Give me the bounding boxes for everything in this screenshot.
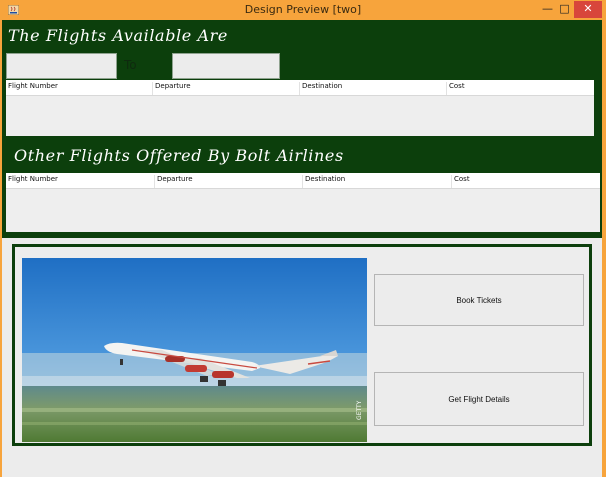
table-header: Flight Number Departure Destination Cost [6,80,594,96]
book-tickets-button[interactable]: Book Tickets [374,274,584,326]
table-header: Flight Number Departure Destination Cost [6,173,600,189]
photo-credit: GETTY [356,400,363,420]
status-strip [2,454,602,477]
column-header-departure[interactable]: Departure [153,82,300,95]
minimize-button[interactable]: — [539,1,556,18]
column-header-flight-number[interactable]: Flight Number [6,175,155,188]
window-title: Design Preview [two] [244,3,362,16]
close-button[interactable]: ✕ [574,1,602,18]
column-header-cost[interactable]: Cost [452,175,600,188]
available-flights-heading: The Flights Available Are [8,26,228,45]
column-header-departure[interactable]: Departure [155,175,303,188]
available-flights-table[interactable]: Flight Number Departure Destination Cost [6,80,594,136]
to-label: To [124,58,137,72]
origin-field[interactable] [6,53,117,79]
maximize-button[interactable]: □ [556,1,573,18]
airplane-photo [22,258,367,442]
get-flight-details-button[interactable]: Get Flight Details [374,372,584,426]
column-header-destination[interactable]: Destination [303,175,452,188]
destination-field[interactable] [172,53,280,79]
column-header-cost[interactable]: Cost [447,82,594,95]
other-flights-table[interactable]: Flight Number Departure Destination Cost [6,173,600,232]
airplane-image [22,258,367,442]
column-header-flight-number[interactable]: Flight Number [6,82,153,95]
title-bar[interactable]: Design Preview [two] — □ ✕ [0,0,606,20]
column-header-destination[interactable]: Destination [300,82,447,95]
other-flights-heading: Other Flights Offered By Bolt Airlines [14,146,344,165]
window-border-right [602,20,606,477]
